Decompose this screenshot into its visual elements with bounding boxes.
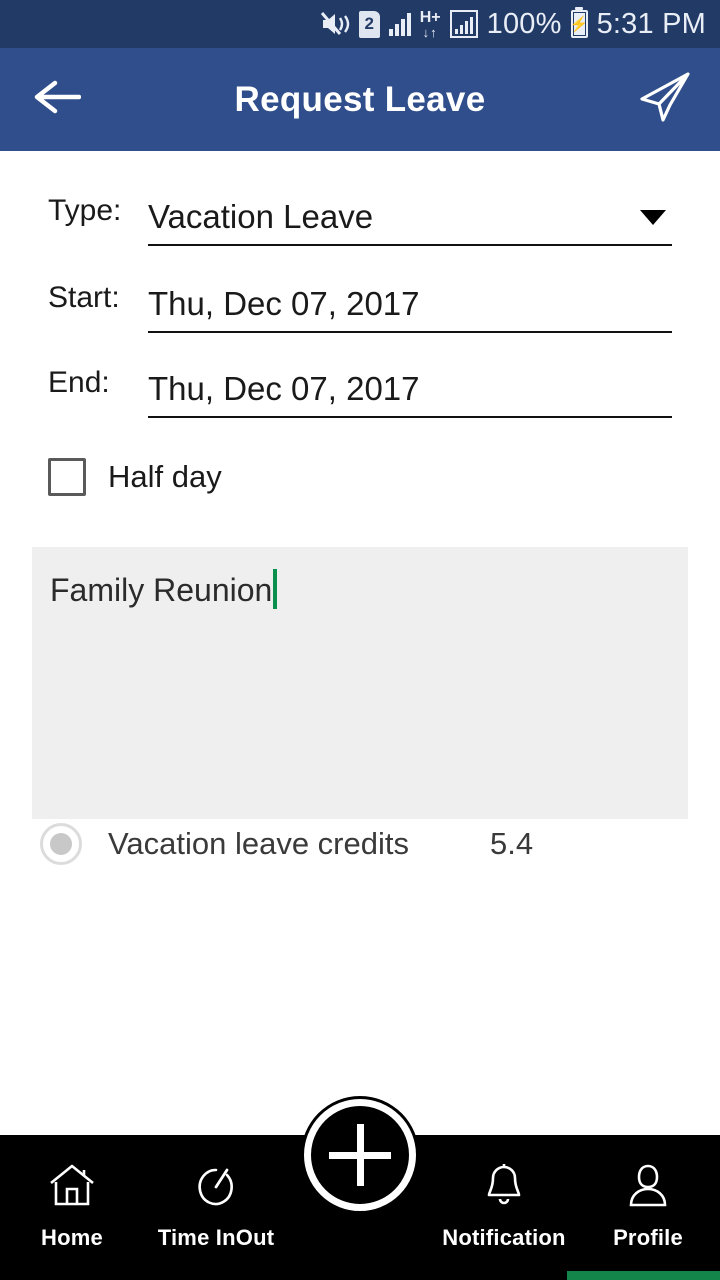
nav-label-home: Home [41, 1225, 103, 1250]
signal-bars-icon [388, 12, 411, 36]
reason-text-value: Family Reunion [50, 572, 273, 608]
bell-icon [481, 1159, 527, 1211]
nav-item-profile[interactable]: Profile [576, 1135, 720, 1251]
end-label: End: [48, 366, 110, 399]
nav-item-home[interactable]: Home [0, 1135, 144, 1251]
person-icon [625, 1159, 671, 1211]
reason-textarea[interactable]: Family Reunion [32, 547, 688, 819]
status-bar: 2 H+ ↓↑ 100% ⚡ 5:31 PM [0, 0, 720, 48]
accent-indicator-bar [567, 1271, 720, 1280]
half-day-label: Half day [108, 459, 222, 494]
mute-vibrate-icon [320, 10, 350, 38]
half-day-checkbox[interactable] [48, 458, 86, 496]
app-bar: Request Leave [0, 48, 720, 151]
nav-label-time-inout: Time InOut [157, 1225, 275, 1250]
leave-credits-value: 5.4 [490, 826, 534, 861]
field-type-row: Type: Vacation Leave [0, 194, 720, 246]
data-arrows-icon: ↓↑ [422, 24, 438, 40]
type-value: Vacation Leave [148, 198, 374, 235]
sim-label: 2 [364, 14, 374, 33]
end-date-input[interactable]: Thu, Dec 07, 2017 [148, 370, 672, 418]
send-icon [636, 69, 694, 130]
nav-label-profile: Profile [613, 1225, 683, 1250]
signal-boxed-icon [449, 10, 478, 38]
back-button[interactable] [0, 77, 110, 122]
add-button[interactable] [304, 1099, 416, 1211]
network-type-label: H+ [419, 8, 441, 26]
field-end-row: End: Thu, Dec 07, 2017 [0, 366, 720, 418]
type-select[interactable]: Vacation Leave [148, 198, 672, 246]
request-leave-form: Type: Vacation Leave Start: Thu, Dec 07,… [0, 151, 720, 1135]
text-cursor [273, 569, 278, 609]
page-title: Request Leave [234, 79, 486, 119]
end-date-value: Thu, Dec 07, 2017 [148, 370, 420, 407]
app-screen: 2 H+ ↓↑ 100% ⚡ 5:31 PM Request Leave Typ… [0, 0, 720, 1280]
field-start-row: Start: Thu, Dec 07, 2017 [0, 281, 720, 333]
arrow-left-icon [29, 77, 82, 122]
start-date-value: Thu, Dec 07, 2017 [148, 285, 420, 322]
send-button[interactable] [610, 69, 720, 130]
type-label: Type: [48, 194, 122, 227]
half-day-row[interactable]: Half day [48, 458, 222, 496]
battery-charging-icon: ⚡ [570, 10, 588, 38]
start-date-input[interactable]: Thu, Dec 07, 2017 [148, 285, 672, 333]
nav-label-notification: Notification [442, 1225, 566, 1250]
home-icon [47, 1159, 97, 1211]
battery-percent-label: 100% [486, 7, 562, 40]
stopwatch-icon [192, 1159, 240, 1211]
nav-item-time-inout[interactable]: Time InOut [144, 1135, 288, 1251]
hplus-data-icon: H+ ↓↑ [419, 8, 441, 40]
radio-filled-icon [40, 823, 82, 865]
leave-credits-label: Vacation leave credits [108, 826, 409, 861]
clock-label: 5:31 PM [596, 7, 706, 40]
chevron-down-icon [640, 209, 666, 225]
sim-2-icon: 2 [358, 10, 380, 38]
leave-credits-row: Vacation leave credits 5.4 [40, 823, 680, 865]
start-label: Start: [48, 281, 120, 314]
nav-item-notification[interactable]: Notification [432, 1135, 576, 1251]
